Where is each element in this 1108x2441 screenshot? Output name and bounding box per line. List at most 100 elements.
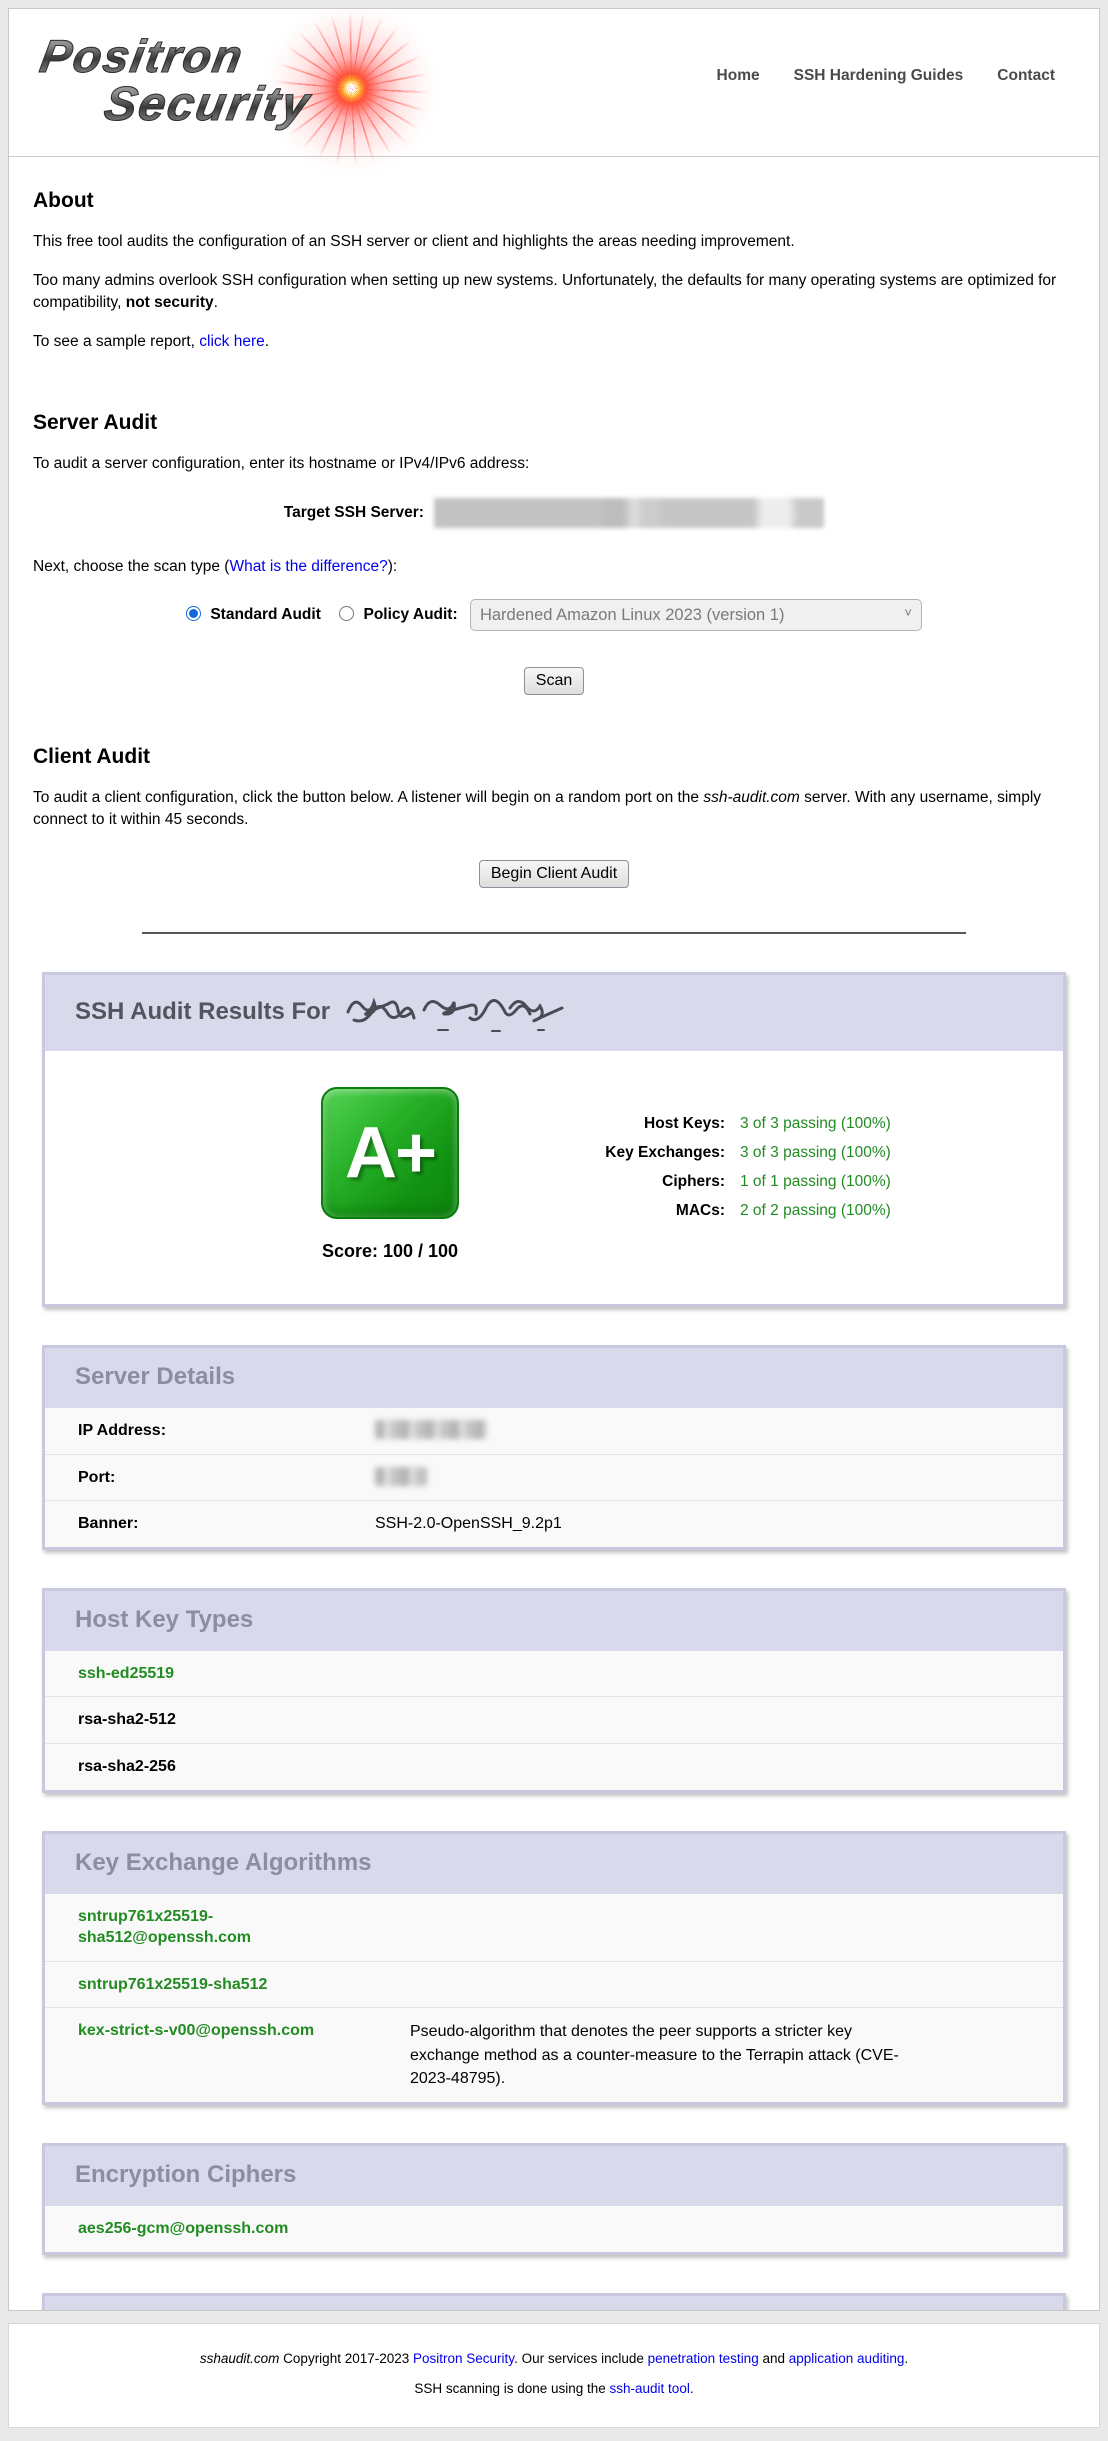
- key-exchange-header: Key Exchange Algorithms: [45, 1834, 1063, 1894]
- algorithm-name: kex-strict-s-v00@openssh.com: [78, 2020, 363, 2042]
- application-auditing-link[interactable]: application auditing: [789, 2351, 905, 2366]
- algorithm-name: sntrup761x25519-sha512@openssh.com: [78, 1906, 363, 1949]
- main-nav: Home SSH Hardening Guides Contact: [717, 67, 1055, 85]
- key-exchange-panel: Key Exchange Algorithms sntrup761x25519-…: [42, 1831, 1066, 2105]
- positron-security-link[interactable]: Positron Security: [413, 2351, 514, 2366]
- site-header: Positron Security Home SSH Hardening Gui…: [9, 9, 1099, 157]
- client-audit-button-row: Begin Client Audit: [33, 860, 1075, 888]
- stat-label: Host Keys:: [557, 1109, 725, 1138]
- algorithm-name: sntrup761x25519-sha512: [78, 1974, 363, 1996]
- results-panel-header: SSH Audit Results For: [45, 975, 1063, 1051]
- algorithm-name: ssh-ed25519: [78, 1663, 363, 1685]
- section-divider: [142, 932, 965, 934]
- stat-value: 2 of 2 passing (100%): [725, 1196, 891, 1225]
- algorithm-name: rsa-sha2-256: [78, 1756, 363, 1778]
- scan-type-options-row: Standard Audit Policy Audit: Hardened Am…: [33, 599, 1075, 631]
- grade-badge: A+: [321, 1087, 459, 1219]
- policy-select-wrap: Hardened Amazon Linux 2023 (version 1) ˅: [462, 599, 922, 631]
- detail-label: Banner:: [78, 1513, 375, 1535]
- about-paragraph-2: Too many admins overlook SSH configurati…: [33, 270, 1075, 313]
- algorithm-name: aes256-gcm@openssh.com: [78, 2218, 363, 2240]
- policy-select[interactable]: Hardened Amazon Linux 2023 (version 1): [470, 599, 922, 631]
- client-audit-title: Client Audit: [33, 745, 1075, 769]
- algorithm-row: aes256-gcm@openssh.com: [45, 2206, 1063, 2252]
- begin-client-audit-button[interactable]: Begin Client Audit: [479, 860, 629, 888]
- algorithm-name: rsa-sha2-512: [78, 1709, 363, 1731]
- sshaudit-com-italic: sshaudit.com: [200, 2351, 280, 2366]
- about-title: About: [33, 189, 1075, 213]
- algorithm-row: rsa-sha2-256: [45, 1743, 1063, 1790]
- nav-link-ssh-hardening-guides[interactable]: SSH Hardening Guides: [794, 67, 964, 85]
- target-ssh-server-input[interactable]: [434, 498, 824, 528]
- stat-value: 3 of 3 passing (100%): [725, 1138, 891, 1167]
- algorithm-row: kex-strict-s-v00@openssh.comPseudo-algor…: [45, 2007, 1063, 2102]
- logo-text-security: Security: [100, 77, 315, 132]
- ssh-audit-results-panel: SSH Audit Results For A+ Score: 100 / 10…: [42, 972, 1066, 1307]
- stat-row: MACs:2 of 2 passing (100%): [557, 1196, 891, 1225]
- detail-row: Port:: [45, 1454, 1063, 1501]
- stat-label: MACs:: [557, 1196, 725, 1225]
- server-details-header: Server Details: [45, 1348, 1063, 1408]
- grade-letter: A+: [345, 1112, 435, 1194]
- algorithm-row: sntrup761x25519-sha512: [45, 1961, 1063, 2008]
- not-security-bold: not security: [126, 294, 214, 311]
- policy-audit-radio[interactable]: [339, 606, 354, 621]
- scan-button-row: Scan: [33, 667, 1075, 695]
- stat-value: 3 of 3 passing (100%): [725, 1109, 891, 1138]
- algorithm-row: rsa-sha2-512: [45, 1696, 1063, 1743]
- grade-column: A+ Score: 100 / 100: [295, 1087, 485, 1262]
- scan-button[interactable]: Scan: [524, 667, 584, 695]
- stat-label: Ciphers:: [557, 1167, 725, 1196]
- penetration-testing-link[interactable]: penetration testing: [648, 2351, 759, 2366]
- nav-link-contact[interactable]: Contact: [997, 67, 1055, 85]
- standard-audit-radio[interactable]: [186, 606, 201, 621]
- algorithm-row: sntrup761x25519-sha512@openssh.com: [45, 1894, 1063, 1961]
- stat-row: Ciphers:1 of 1 passing (100%): [557, 1167, 891, 1196]
- score-label: Score: 100 / 100: [295, 1241, 485, 1262]
- stat-label: Key Exchanges:: [557, 1138, 725, 1167]
- target-server-row: Target SSH Server:: [33, 498, 1075, 528]
- stat-value: 1 of 1 passing (100%): [725, 1167, 891, 1196]
- detail-label: Port:: [78, 1467, 375, 1489]
- nav-link-home[interactable]: Home: [717, 67, 760, 85]
- about-paragraph-1: This free tool audits the configuration …: [33, 231, 1075, 252]
- encryption-ciphers-panel: Encryption Ciphers aes256-gcm@openssh.co…: [42, 2143, 1066, 2255]
- footer-scanning-line: SSH scanning is done using the ssh-audit…: [9, 2381, 1099, 2396]
- client-audit-paragraph: To audit a client configuration, click t…: [33, 787, 1075, 830]
- server-audit-intro: To audit a server configuration, enter i…: [33, 453, 1075, 474]
- ssh-audit-tool-link[interactable]: ssh-audit tool: [610, 2381, 690, 2396]
- detail-label: IP Address:: [78, 1420, 375, 1442]
- target-ssh-server-label: Target SSH Server:: [284, 504, 424, 521]
- host-key-types-panel: Host Key Types ssh-ed25519 rsa-sha2-512 rs…: [42, 1588, 1066, 1793]
- site-footer: sshaudit.com Copyright 2017-2023 Positro…: [8, 2323, 1100, 2428]
- sample-report-link[interactable]: click here: [199, 333, 264, 350]
- scan-type-difference-link[interactable]: What is the difference?: [229, 558, 387, 575]
- standard-audit-label[interactable]: Standard Audit: [210, 606, 321, 623]
- algorithm-row: ssh-ed25519: [45, 1651, 1063, 1697]
- host-key-types-header: Host Key Types: [45, 1591, 1063, 1651]
- results-stats: Host Keys:3 of 3 passing (100%)Key Excha…: [557, 1087, 891, 1262]
- detail-row: Banner:SSH-2.0-OpenSSH_9.2p1: [45, 1500, 1063, 1547]
- scan-type-row: Next, choose the scan type (What is the …: [33, 556, 1075, 577]
- redacted-hostname-scribble: [342, 990, 567, 1034]
- main-content-card: Positron Security Home SSH Hardening Gui…: [8, 8, 1100, 2311]
- footer-copyright-line: sshaudit.com Copyright 2017-2023 Positro…: [9, 2351, 1099, 2366]
- detail-row: IP Address:: [45, 1408, 1063, 1454]
- redacted-value: [375, 1420, 487, 1439]
- ssh-audit-com-italic: ssh-audit.com: [703, 789, 799, 806]
- key-exchange-rows: sntrup761x25519-sha512@openssh.com sntrup…: [45, 1894, 1063, 2102]
- logo-text-positron: Positron: [36, 29, 248, 83]
- redacted-value: [375, 1467, 427, 1486]
- stat-row: Key Exchanges:3 of 3 passing (100%): [557, 1138, 891, 1167]
- policy-audit-label[interactable]: Policy Audit:: [363, 606, 457, 623]
- detail-value: SSH-2.0-OpenSSH_9.2p1: [375, 1513, 562, 1535]
- encryption-ciphers-rows: aes256-gcm@openssh.com: [45, 2206, 1063, 2252]
- server-details-rows: IP Address: Port: Banner:SSH-2.0-OpenSSH_9…: [45, 1408, 1063, 1547]
- server-details-panel: Server Details IP Address: Port: Banner:SS…: [42, 1345, 1066, 1550]
- server-audit-title: Server Audit: [33, 411, 1075, 435]
- macs-panel: Message Authentication Codes hmac-sha2-5…: [42, 2293, 1066, 2312]
- host-key-types-rows: ssh-ed25519 rsa-sha2-512 rsa-sha2-256: [45, 1651, 1063, 1790]
- algorithm-description: Pseudo-algorithm that denotes the peer s…: [363, 2020, 1043, 2090]
- stat-row: Host Keys:3 of 3 passing (100%): [557, 1109, 891, 1138]
- macs-header: Message Authentication Codes: [45, 2296, 1063, 2312]
